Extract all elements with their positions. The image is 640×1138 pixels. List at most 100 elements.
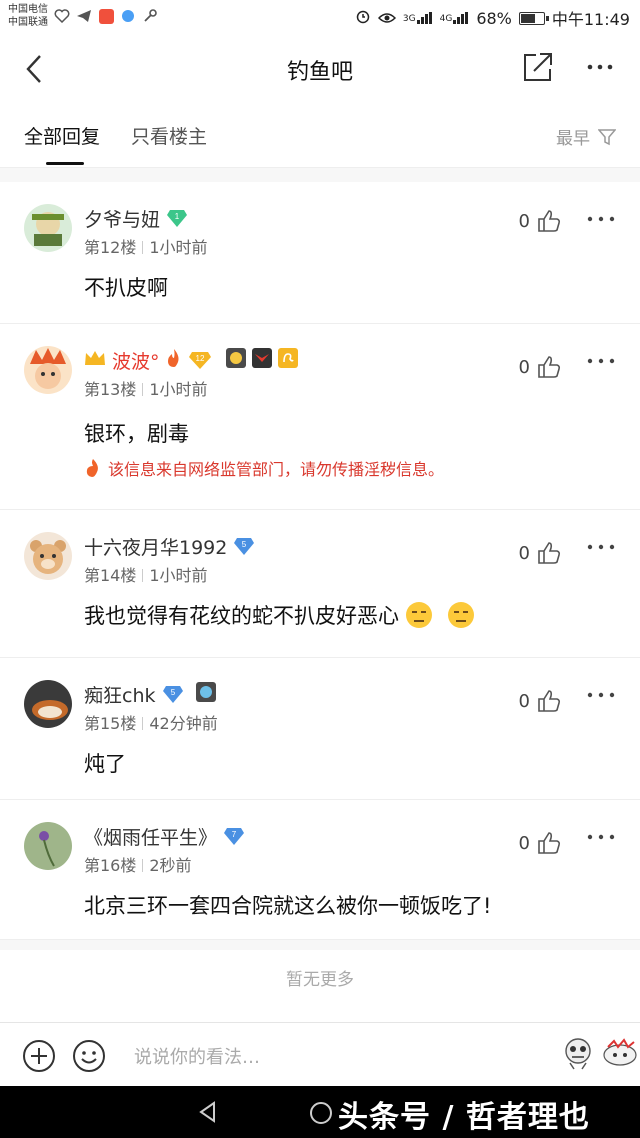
like-button[interactable]: 0 bbox=[519, 540, 562, 566]
network-label-2: 4G bbox=[439, 14, 453, 24]
comment-body: 北京三环一套四合院就这么被你一顿饭吃了! bbox=[84, 894, 492, 918]
level-text: 5 bbox=[170, 688, 175, 697]
floor-number: 第13楼 bbox=[84, 380, 137, 399]
section-divider bbox=[0, 940, 640, 950]
unamused-emoji-icon bbox=[406, 602, 432, 628]
thumbs-up-icon bbox=[538, 210, 561, 232]
level-text: 1 bbox=[175, 212, 180, 221]
comment-body: 不扒皮啊 bbox=[84, 276, 168, 300]
comment-meta: 第12楼 1小时前 bbox=[84, 234, 208, 258]
avatar[interactable] bbox=[24, 532, 72, 580]
unamused-emoji-icon bbox=[448, 602, 474, 628]
status-right: 3G 4G 68% 中午11:49 bbox=[355, 6, 630, 30]
share-icon bbox=[524, 53, 552, 81]
emoji-button[interactable] bbox=[72, 1039, 106, 1073]
like-count: 0 bbox=[518, 210, 530, 232]
clock: 中午11:49 bbox=[551, 10, 630, 29]
carrier-1: 中国电信 bbox=[8, 4, 48, 15]
comment-body: 我也觉得有花纹的蛇不扒皮好恶心 bbox=[84, 600, 475, 630]
comment-author[interactable]: 十六夜月华1992 bbox=[84, 533, 227, 560]
more-icon[interactable] bbox=[586, 542, 616, 552]
no-more-label: 暂无更多 bbox=[0, 950, 640, 1020]
active-tab-indicator bbox=[46, 162, 84, 165]
eye-icon bbox=[377, 9, 396, 28]
meta-divider bbox=[142, 717, 144, 730]
comment-author[interactable]: 《烟雨任平生》 bbox=[84, 823, 217, 850]
like-count: 0 bbox=[518, 690, 530, 712]
carrier-2: 中国联通 bbox=[8, 17, 48, 28]
thumbs-up-icon bbox=[538, 690, 561, 712]
like-button[interactable]: 0 bbox=[519, 830, 562, 856]
notification-icons bbox=[54, 8, 158, 24]
level-badge: 12 bbox=[188, 350, 212, 370]
like-button[interactable]: 0 bbox=[519, 354, 562, 380]
comment-meta: 第16楼 2秒前 bbox=[84, 852, 192, 876]
meta-divider bbox=[142, 859, 144, 872]
filter-icon bbox=[598, 128, 616, 145]
share-button[interactable] bbox=[520, 50, 554, 84]
comment-meta: 第14楼 1小时前 bbox=[84, 562, 208, 586]
level-badge: 5 bbox=[162, 684, 184, 704]
comment-author[interactable]: 波波° bbox=[112, 347, 160, 374]
comment-list: 夕爷与妞 1 第12楼 1小时前 不扒皮啊 0 波波° 12 第13楼 1小时前… bbox=[0, 182, 640, 940]
floor-number: 第16楼 bbox=[84, 856, 137, 875]
meta-divider bbox=[142, 241, 144, 254]
comment-input-bar: 说说你的看法… bbox=[0, 1022, 640, 1086]
comment-body: 炖了 bbox=[84, 752, 126, 776]
meta-divider bbox=[142, 569, 144, 582]
post-time: 1小时前 bbox=[149, 238, 208, 257]
triangle-back-icon bbox=[199, 1101, 215, 1123]
more-icon[interactable] bbox=[586, 832, 616, 842]
avatar[interactable] bbox=[24, 822, 72, 870]
comment-author-row: 波波° 12 bbox=[84, 346, 298, 374]
comment-author-row: 夕爷与妞 1 bbox=[84, 204, 188, 232]
system-nav-bar: 头条号 / 哲者理也 bbox=[0, 1086, 640, 1138]
sticker-button[interactable] bbox=[600, 1037, 640, 1071]
more-icon[interactable] bbox=[586, 356, 616, 366]
add-button[interactable] bbox=[22, 1039, 56, 1073]
more-icon[interactable] bbox=[586, 690, 616, 700]
comment-text: 我也觉得有花纹的蛇不扒皮好恶心 bbox=[84, 604, 399, 628]
like-button[interactable]: 0 bbox=[519, 688, 562, 714]
battery-icon bbox=[518, 11, 549, 25]
comment-author[interactable]: 夕爷与妞 bbox=[84, 205, 160, 232]
comment-author-row: 十六夜月华1992 5 bbox=[84, 532, 255, 560]
tab-all-replies[interactable]: 全部回复 bbox=[24, 122, 100, 149]
like-count: 0 bbox=[518, 542, 530, 564]
zodiac-icon bbox=[277, 347, 298, 373]
post-time: 42分钟前 bbox=[149, 714, 218, 733]
sticker-button[interactable] bbox=[560, 1035, 596, 1071]
like-button[interactable]: 0 bbox=[519, 208, 562, 234]
more-icon bbox=[587, 64, 613, 70]
comment-author-row: 《烟雨任平生》 7 bbox=[84, 822, 245, 850]
avatar[interactable] bbox=[24, 346, 72, 394]
comment-author[interactable]: 痴狂chk bbox=[84, 681, 156, 708]
post-time: 2秒前 bbox=[149, 856, 192, 875]
smiley-icon bbox=[73, 1040, 105, 1072]
avatar[interactable] bbox=[24, 680, 72, 728]
comment-input[interactable]: 说说你的看法… bbox=[134, 1043, 260, 1069]
warning-flame-icon bbox=[86, 459, 98, 477]
system-home-button[interactable] bbox=[310, 1102, 332, 1124]
warning-text: 该信息来自网络监管部门，请勿传播淫秽信息。 bbox=[108, 460, 445, 479]
level-badge: 7 bbox=[223, 826, 245, 846]
telegram-icon bbox=[76, 8, 92, 24]
sort-button[interactable]: 最早 bbox=[556, 124, 616, 149]
level-text: 5 bbox=[242, 540, 247, 549]
level-badge: 5 bbox=[233, 536, 255, 556]
more-icon[interactable] bbox=[586, 214, 616, 224]
system-back-button[interactable] bbox=[196, 1100, 220, 1124]
avatar[interactable] bbox=[24, 204, 72, 252]
heartbeat-icon bbox=[54, 8, 70, 24]
nav-bar: 钓鱼吧 bbox=[0, 34, 640, 104]
tab-owner-only[interactable]: 只看楼主 bbox=[131, 122, 207, 149]
level-text: 7 bbox=[232, 830, 237, 839]
medal-icon bbox=[195, 681, 216, 707]
comment-item: 夕爷与妞 1 第12楼 1小时前 不扒皮啊 0 bbox=[0, 182, 640, 324]
key-icon bbox=[142, 8, 158, 24]
level-badge: 1 bbox=[166, 208, 188, 228]
section-divider bbox=[0, 168, 640, 182]
comment-item: 《烟雨任平生》 7 第16楼 2秒前 北京三环一套四合院就这么被你一顿饭吃了! 0 bbox=[0, 800, 640, 940]
comment-meta: 第13楼 1小时前 bbox=[84, 376, 208, 400]
more-button[interactable] bbox=[584, 50, 618, 84]
